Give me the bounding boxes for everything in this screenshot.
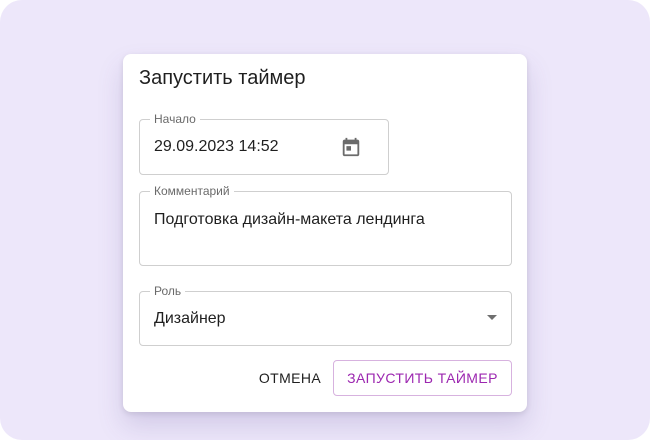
start-timer-button[interactable]: Запустить таймер [333, 360, 512, 396]
comment-field-value[interactable]: Подготовка дизайн-макета лендинга [154, 210, 425, 230]
role-select-value[interactable]: Дизайнер [154, 309, 226, 329]
start-field-value[interactable]: 29.09.2023 14:52 [154, 137, 279, 157]
dialog-title: Запустить таймер [139, 67, 306, 89]
comment-field[interactable]: Комментарий Подготовка дизайн-макета лен… [139, 184, 512, 266]
start-timer-dialog: Запустить таймер Начало 29.09.2023 14:52… [123, 54, 527, 412]
role-field-label: Роль [150, 284, 186, 298]
comment-field-label: Комментарий [150, 184, 234, 198]
dropdown-arrow-icon[interactable] [487, 315, 497, 320]
calendar-icon[interactable] [340, 136, 362, 158]
role-select[interactable]: Роль Дизайнер [139, 284, 512, 346]
cancel-button[interactable]: Отмена [245, 360, 335, 396]
backdrop: Запустить таймер Начало 29.09.2023 14:52… [0, 0, 650, 440]
start-datetime-field[interactable]: Начало 29.09.2023 14:52 [139, 112, 389, 175]
start-field-label: Начало [150, 112, 200, 126]
